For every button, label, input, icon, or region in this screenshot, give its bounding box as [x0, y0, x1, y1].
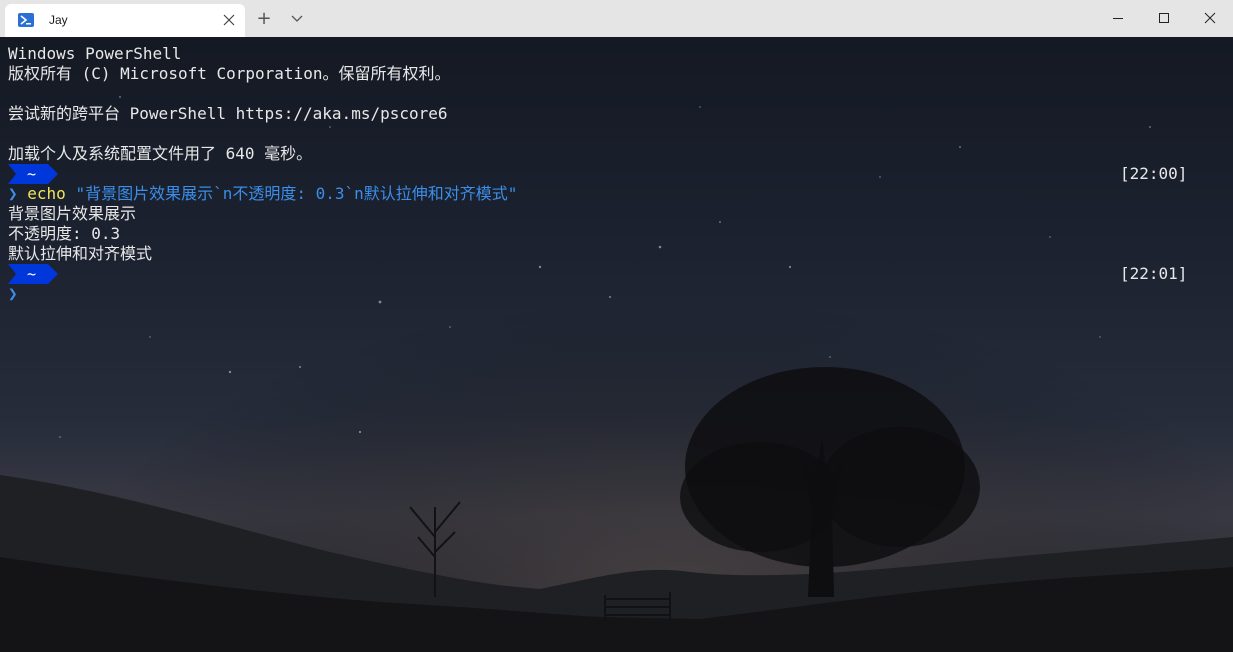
prompt-path: ~	[27, 165, 37, 183]
command-line: ❯ echo "背景图片效果展示`n不透明度: 0.3`n默认拉伸和对齐模式"	[8, 184, 517, 204]
input-cursor-chevron[interactable]: ❯	[8, 284, 18, 304]
chevron-icon: ❯	[8, 184, 18, 203]
minimize-button[interactable]	[1095, 0, 1141, 37]
terminal-line: 版权所有 (C) Microsoft Corporation。保留所有权利。	[8, 64, 451, 83]
minimize-icon	[1112, 9, 1124, 28]
close-icon	[1204, 9, 1216, 28]
close-window-button[interactable]	[1187, 0, 1233, 37]
output-line: 不透明度: 0.3	[8, 224, 121, 243]
plus-icon[interactable]: +	[254, 9, 274, 29]
maximize-icon	[1158, 9, 1170, 28]
command-name: echo	[27, 184, 66, 203]
output-line: 背景图片效果展示	[8, 204, 137, 223]
close-icon[interactable]	[221, 12, 237, 28]
output-line: 默认拉伸和对齐模式	[8, 244, 153, 263]
terminal-pane[interactable]: Windows PowerShell 版权所有 (C) Microsoft Co…	[0, 37, 1233, 652]
tab-title: Jay	[49, 13, 68, 27]
tab-jay[interactable]: Jay	[5, 4, 245, 37]
terminal-line: 加载个人及系统配置文件用了 640 毫秒。	[8, 144, 313, 163]
powershell-icon	[18, 12, 34, 28]
chevron-down-icon[interactable]	[289, 11, 305, 27]
command-argument: "背景图片效果展示`n不透明度: 0.3`n默认拉伸和对齐模式"	[75, 184, 518, 203]
prompt-time: [22:00]	[1120, 164, 1188, 183]
maximize-button[interactable]	[1141, 0, 1187, 37]
prompt-path: ~	[27, 265, 37, 283]
background-image	[0, 37, 1233, 652]
title-bar[interactable]: Jay +	[0, 0, 1233, 37]
terminal-line: Windows PowerShell	[8, 44, 182, 63]
terminal-line: 尝试新的跨平台 PowerShell https://aka.ms/pscore…	[8, 104, 448, 123]
prompt-time: [22:01]	[1120, 264, 1188, 283]
terminal-window: Jay + Windows PowerShell 版权所有 (C) Micros…	[0, 0, 1233, 652]
